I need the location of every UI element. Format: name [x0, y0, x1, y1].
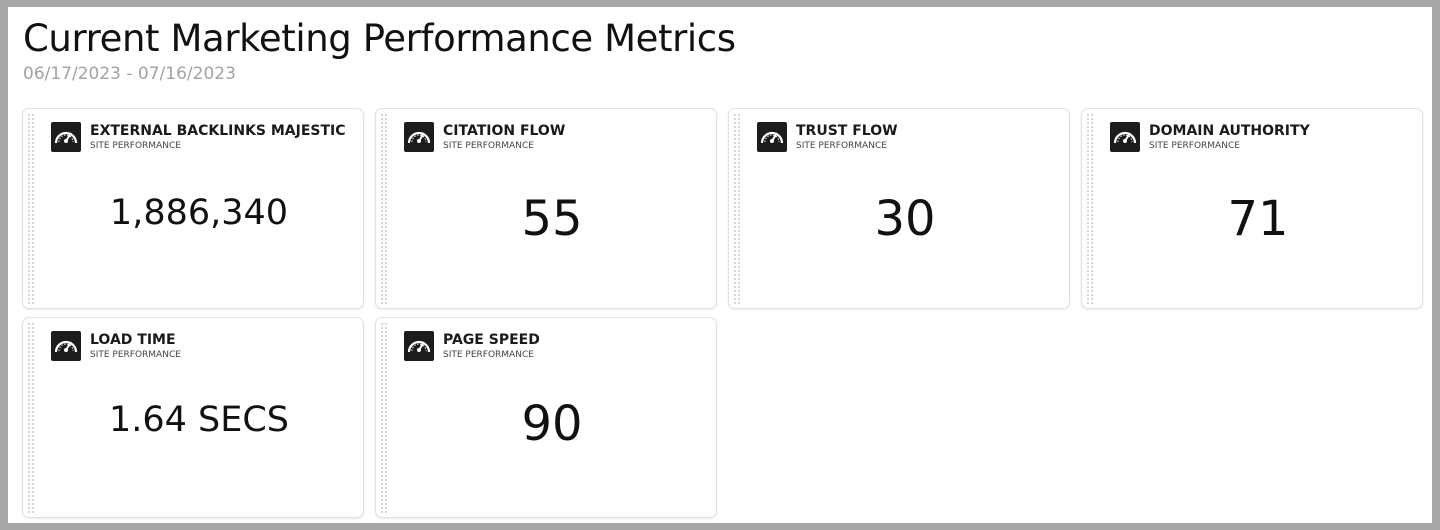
metric-card-domain-authority[interactable]: DOMAIN AUTHORITY SITE PERFORMANCE 71 — [1081, 108, 1423, 309]
card-subtitle: SITE PERFORMANCE — [443, 350, 534, 360]
gauge-icon — [1110, 122, 1140, 152]
drag-handle[interactable] — [733, 113, 741, 304]
card-value: 1,886,340 — [109, 193, 289, 233]
drag-handle[interactable] — [380, 322, 388, 513]
card-subtitle: SITE PERFORMANCE — [796, 141, 887, 151]
card-title-text: DOMAIN AUTHORITY — [1149, 123, 1310, 139]
card-title-text: TRUST FLOW — [796, 123, 898, 139]
metric-card-load-time[interactable]: LOAD TIME SITE PERFORMANCE 1.64 SECS — [22, 317, 364, 518]
drag-handle[interactable] — [27, 113, 35, 304]
page-title: Current Marketing Performance Metrics — [23, 17, 736, 60]
card-title: PAGE SPEED SITE PERFORMANCE — [443, 331, 703, 361]
metric-card-external-backlinks[interactable]: EXTERNAL BACKLINKS MAJESTIC SITE PERFORM… — [22, 108, 364, 309]
card-title: TRUST FLOW SITE PERFORMANCE — [796, 122, 1056, 152]
card-title: DOMAIN AUTHORITY SITE PERFORMANCE — [1149, 122, 1409, 152]
gauge-icon — [404, 122, 434, 152]
date-range: 06/17/2023 - 07/16/2023 — [23, 64, 236, 84]
dashboard-frame: Current Marketing Performance Metrics 06… — [8, 7, 1432, 523]
card-title: LOAD TIME SITE PERFORMANCE — [90, 331, 350, 361]
gauge-icon — [51, 122, 81, 152]
card-subtitle: SITE PERFORMANCE — [90, 141, 181, 151]
metric-card-citation-flow[interactable]: CITATION FLOW SITE PERFORMANCE 55 — [375, 108, 717, 309]
card-title-text: EXTERNAL BACKLINKS MAJESTIC — [90, 123, 346, 139]
card-title: EXTERNAL BACKLINKS MAJESTIC SITE PERFORM… — [90, 122, 350, 152]
card-value: 90 — [521, 396, 583, 452]
metric-card-page-speed[interactable]: PAGE SPEED SITE PERFORMANCE 90 — [375, 317, 717, 518]
card-value: 71 — [1227, 191, 1289, 247]
card-title-text: PAGE SPEED — [443, 332, 540, 348]
gauge-icon — [51, 331, 81, 361]
gauge-icon — [757, 122, 787, 152]
card-value: 30 — [874, 191, 936, 247]
card-subtitle: SITE PERFORMANCE — [1149, 141, 1240, 151]
drag-handle[interactable] — [27, 322, 35, 513]
card-subtitle: SITE PERFORMANCE — [90, 350, 181, 360]
card-value: 1.64 SECS — [108, 400, 290, 440]
card-title-text: CITATION FLOW — [443, 123, 566, 139]
card-title: CITATION FLOW SITE PERFORMANCE — [443, 122, 703, 152]
card-title-text: LOAD TIME — [90, 332, 176, 348]
card-value: 55 — [521, 191, 583, 247]
metric-card-trust-flow[interactable]: TRUST FLOW SITE PERFORMANCE 30 — [728, 108, 1070, 309]
gauge-icon — [404, 331, 434, 361]
card-subtitle: SITE PERFORMANCE — [443, 141, 534, 151]
drag-handle[interactable] — [380, 113, 388, 304]
drag-handle[interactable] — [1086, 113, 1094, 304]
